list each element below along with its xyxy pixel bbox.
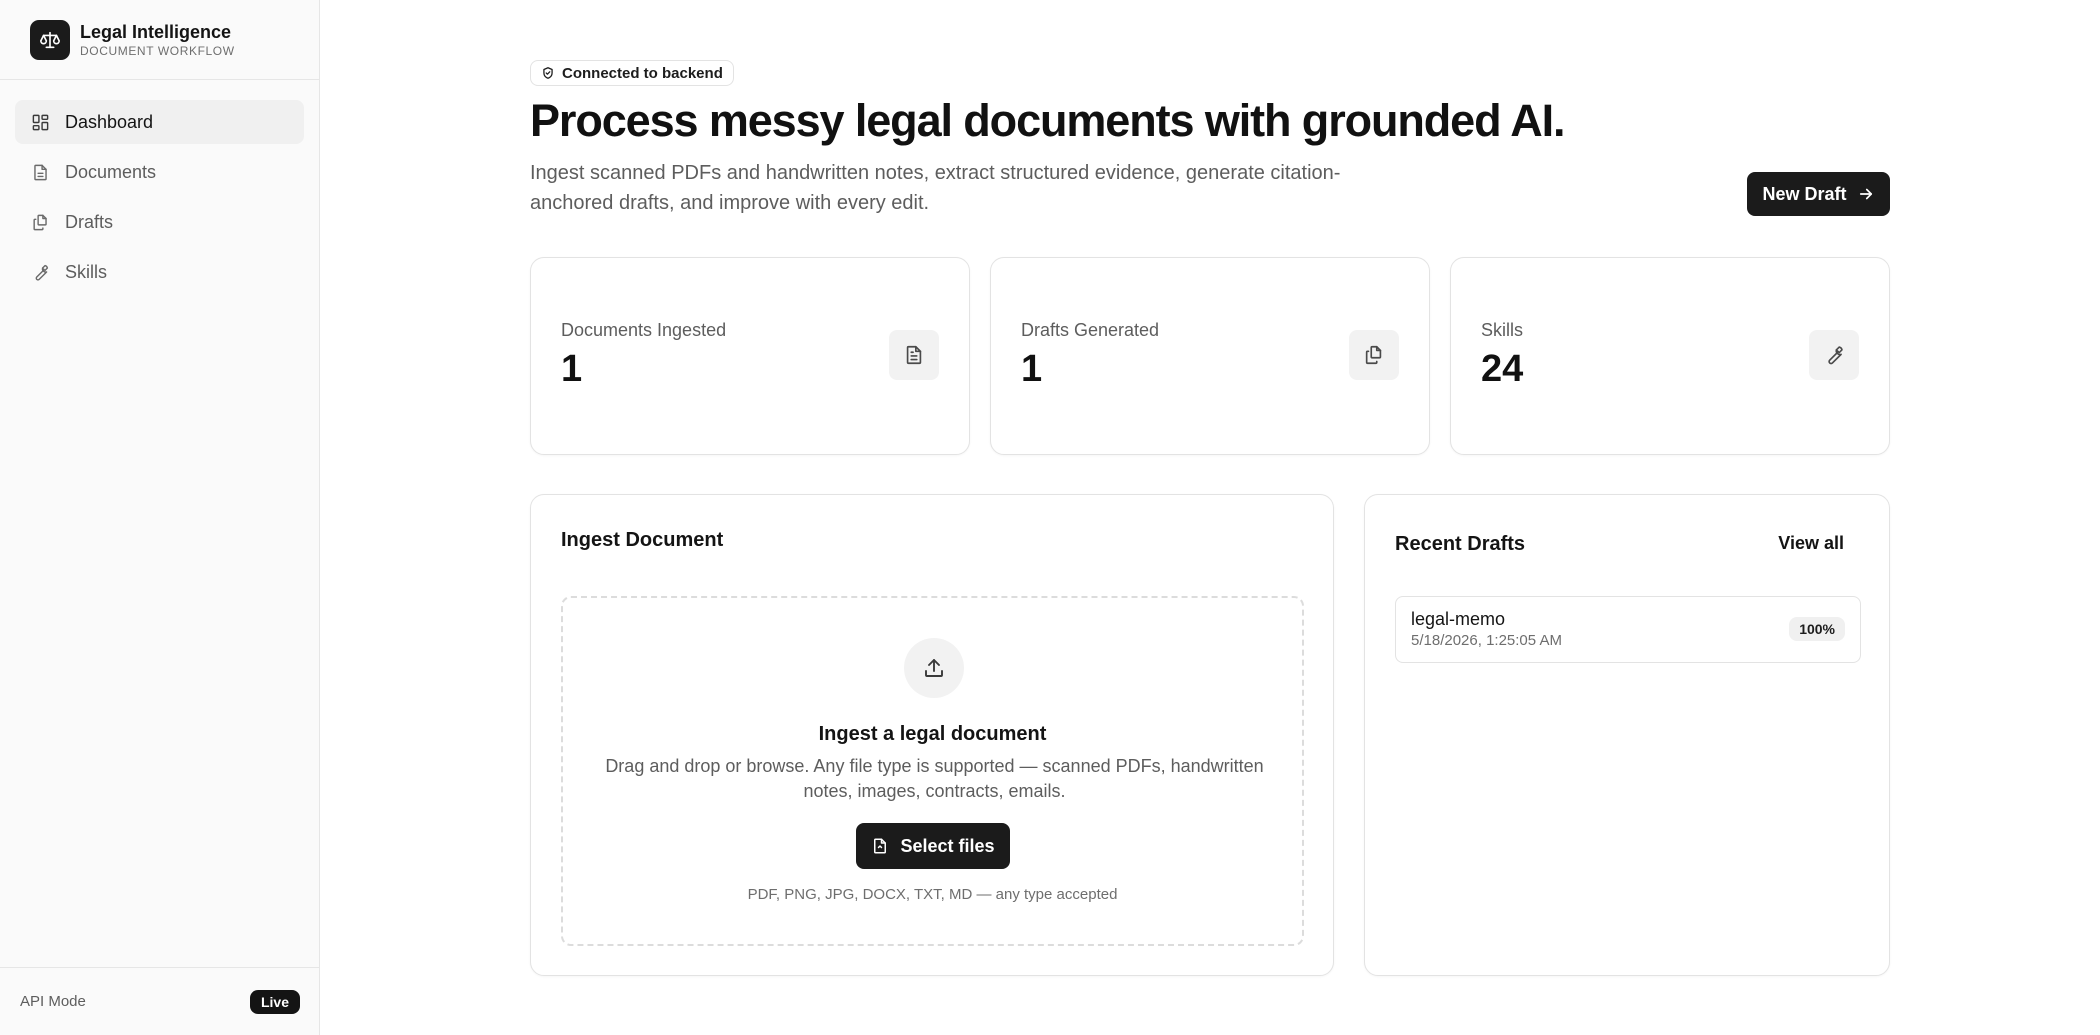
sidebar-footer: API Mode Live: [0, 967, 320, 1035]
list-item[interactable]: legal-memo 5/18/2026, 1:25:05 AM 100%: [1395, 596, 1861, 663]
sidebar-item-label: Skills: [65, 261, 108, 282]
stat-label: Documents Ingested: [561, 320, 727, 340]
sidebar: Legal Intelligence DOCUMENT WORKFLOW Das…: [0, 0, 320, 1035]
ingest-card: Ingest Document Ingest a legal document …: [530, 494, 1334, 976]
stat-label: Skills: [1481, 320, 1524, 340]
scale-icon: [30, 19, 70, 60]
wrench-icon: [1809, 330, 1859, 380]
stat-card-skills: Skills 24: [1450, 257, 1890, 455]
ingest-title: Ingest Document: [561, 529, 724, 551]
new-draft-button[interactable]: New Draft: [1747, 172, 1890, 216]
recent-drafts-title: Recent Drafts: [1395, 533, 1526, 555]
draft-name: legal-memo: [1411, 609, 1506, 629]
sidebar-item-dashboard[interactable]: Dashboard: [15, 100, 304, 144]
dropzone[interactable]: Ingest a legal document Drag and drop or…: [561, 596, 1304, 946]
stat-card-drafts: Drafts Generated 1: [990, 257, 1430, 455]
sidebar-item-drafts[interactable]: Drafts: [15, 200, 304, 244]
page-title: Process messy legal documents with groun…: [530, 95, 1566, 146]
new-draft-label: New Draft: [1762, 183, 1847, 204]
sidebar-item-label: Documents: [65, 161, 157, 182]
score-badge: 100%: [1789, 617, 1845, 641]
dropzone-hint: PDF, PNG, JPG, DOCX, TXT, MD — any type …: [747, 886, 1118, 903]
shield-check-icon: [543, 67, 553, 79]
sidebar-nav: Dashboard Documents Drafts Skills: [0, 80, 319, 294]
document-icon: [30, 162, 50, 182]
stat-value: 24: [1481, 348, 1524, 390]
stat-value: 1: [561, 348, 583, 390]
recent-drafts-card: Recent Drafts View all legal-memo 5/18/2…: [1364, 494, 1890, 976]
select-files-label: Select files: [900, 835, 995, 856]
upload-icon: [904, 638, 964, 698]
status-badge: Live: [249, 989, 300, 1014]
dashboard-icon: [30, 112, 50, 132]
drafts-icon: [1349, 330, 1399, 380]
sidebar-item-label: Dashboard: [65, 111, 154, 132]
brand-subtitle: DOCUMENT WORKFLOW: [80, 43, 235, 58]
connection-status-text: Connected to backend: [562, 64, 723, 82]
api-mode-label: API Mode: [20, 993, 86, 1010]
stats-row: Documents Ingested 1 Drafts Generated 1 …: [530, 257, 1890, 455]
sidebar-item-label: Drafts: [65, 211, 114, 232]
connection-status-pill: Connected to backend: [530, 60, 734, 86]
arrow-right-icon: [1859, 188, 1872, 200]
wrench-icon: [30, 262, 50, 282]
page-subtitle: Ingest scanned PDFs and handwritten note…: [530, 162, 1341, 214]
stat-label: Drafts Generated: [1021, 320, 1160, 340]
file-icon: [874, 838, 887, 854]
document-icon: [889, 330, 939, 380]
sidebar-item-documents[interactable]: Documents: [15, 150, 304, 194]
select-files-button[interactable]: Select files: [856, 823, 1010, 869]
sidebar-item-skills[interactable]: Skills: [15, 250, 304, 294]
stat-card-documents: Documents Ingested 1: [530, 257, 970, 455]
draft-date: 5/18/2026, 1:25:05 AM: [1411, 632, 1562, 649]
view-all-link[interactable]: View all: [1778, 533, 1844, 554]
stat-value: 1: [1021, 348, 1043, 390]
dropzone-title: Ingest a legal document: [818, 723, 1047, 745]
dropzone-description: Drag and drop or browse. Any file type i…: [605, 756, 1264, 801]
brand[interactable]: Legal Intelligence DOCUMENT WORKFLOW: [0, 0, 319, 80]
brand-title: Legal Intelligence: [80, 21, 232, 42]
drafts-icon: [30, 212, 50, 232]
